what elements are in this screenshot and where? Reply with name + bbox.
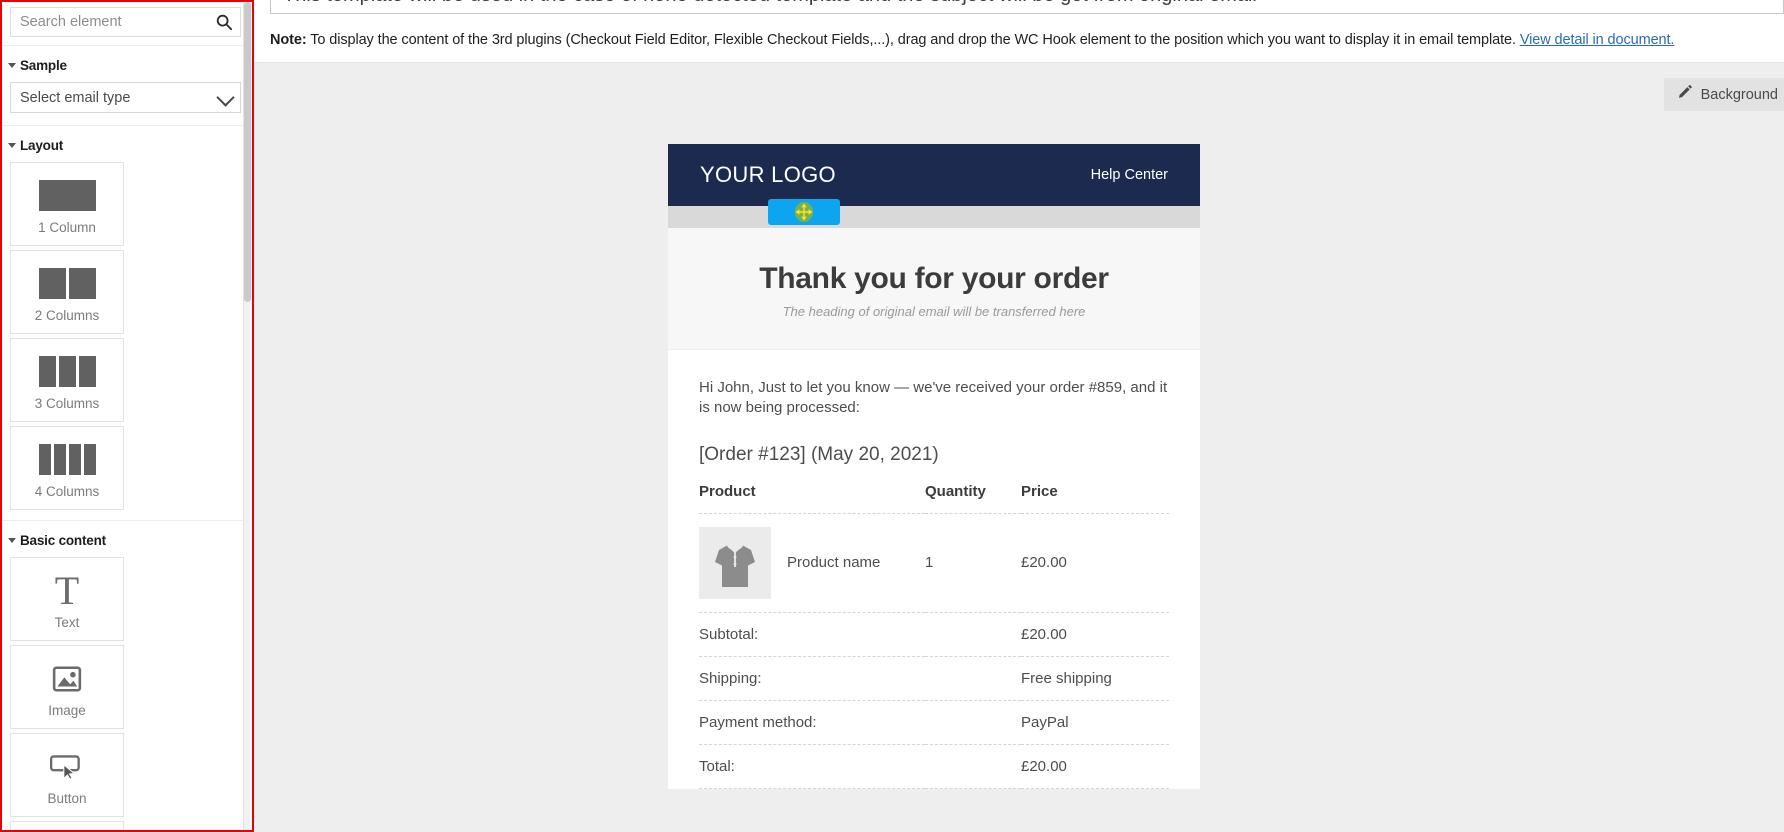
email-type-value: Select email type [20, 89, 131, 106]
search-input[interactable] [10, 7, 241, 37]
search-icon [215, 13, 233, 31]
four-columns-icon [38, 438, 96, 482]
layout-tile-4-columns[interactable]: 4 Columns [10, 426, 124, 510]
background-button[interactable]: Background [1663, 78, 1784, 111]
image-icon [52, 657, 82, 701]
basic-content-tile-grid: T Text Image Button [2, 553, 249, 830]
email-canvas: Background YOUR LOGO Help Center Thank y… [254, 63, 1784, 832]
tile-label: Button [47, 790, 87, 806]
email-header[interactable]: YOUR LOGO Help Center [668, 144, 1200, 206]
drag-handle-badge[interactable] [768, 199, 840, 225]
tile-label: 2 Columns [34, 307, 100, 323]
email-greeting: Hi John, Just to let you know — we've re… [699, 379, 1168, 416]
alert-text: This template will be used in the case o… [283, 0, 1257, 7]
email-strip-row[interactable] [668, 199, 1200, 228]
layout-tile-grid: 1 Column 2 Columns 3 Columns 4 Columns [2, 158, 249, 514]
column-header-price: Price [1021, 482, 1169, 514]
tile-label: 4 Columns [34, 483, 100, 499]
order-items-table: Product Quantity Price Product name 1 £2… [699, 482, 1169, 789]
two-columns-icon [38, 262, 96, 306]
content-tile-button[interactable]: Button [10, 733, 124, 817]
view-detail-link[interactable]: View detail in document. [1520, 32, 1675, 48]
tile-label: 3 Columns [34, 395, 100, 411]
column-header-quantity: Quantity [925, 482, 1021, 514]
totals-label: Total: [699, 744, 1021, 789]
divider [2, 520, 249, 521]
section-title: Basic content [20, 532, 106, 548]
section-title: Sample [20, 57, 67, 73]
totals-label: Shipping: [699, 656, 1021, 701]
caret-down-icon [6, 534, 18, 546]
note-text: To display the content of the 3rd plugin… [306, 32, 1520, 48]
email-order-line: [Order #123] (May 20, 2021) [699, 443, 939, 465]
sidebar-scrollbar-thumb[interactable] [244, 2, 251, 302]
email-hero-title: Thank you for your order [759, 262, 1109, 295]
element-sidebar: Sample Select email type Layout 1 Colum [0, 0, 254, 832]
totals-value: Free shipping [1021, 656, 1169, 701]
tile-label: 1 Column [38, 219, 96, 235]
notice-band: This template will be used in the case o… [254, 0, 1784, 63]
totals-value: PayPal [1021, 700, 1169, 745]
totals-row: Shipping: Free shipping [699, 656, 1169, 701]
layout-tile-1-column[interactable]: 1 Column [10, 162, 124, 246]
email-logo: YOUR LOGO [700, 162, 836, 187]
note-prefix: Note: [270, 32, 307, 48]
cell-product: Product name [699, 513, 925, 613]
search-element-field[interactable] [10, 7, 241, 37]
section-title: Layout [20, 137, 64, 153]
totals-value: £20.00 [1021, 612, 1169, 657]
email-hero[interactable]: Thank you for your order The heading of … [668, 228, 1200, 350]
content-tile-contact[interactable]: Contact [10, 821, 124, 830]
totals-label: Subtotal: [699, 612, 1021, 657]
totals-row: Payment method: PayPal [699, 700, 1169, 745]
template-usage-alert: This template will be used in the case o… [270, 0, 1784, 14]
table-row: Product name 1 £20.00 [699, 513, 1169, 613]
layout-tile-3-columns[interactable]: 3 Columns [10, 338, 124, 422]
email-template-builder: Sample Select email type Layout 1 Colum [0, 0, 1784, 832]
section-header-layout[interactable]: Layout [2, 132, 249, 158]
product-name: Product name [787, 554, 881, 572]
email-type-select[interactable]: Select email type [10, 82, 241, 113]
tile-label: Text [54, 614, 80, 630]
totals-value: £20.00 [1021, 744, 1169, 789]
move-arrows-icon [794, 201, 814, 223]
content-tile-text[interactable]: T Text [10, 557, 124, 641]
one-column-icon [38, 174, 96, 218]
caret-down-icon [6, 59, 18, 71]
hook-note: Note: To display the content of the 3rd … [270, 32, 1674, 48]
background-button-label: Background [1700, 86, 1778, 103]
main-panel: This template will be used in the case o… [254, 0, 1784, 832]
cell-quantity: 1 [925, 513, 1021, 613]
tile-label: Image [48, 702, 86, 718]
three-columns-icon [38, 350, 96, 394]
layout-tile-2-columns[interactable]: 2 Columns [10, 250, 124, 334]
sidebar-scrollbar[interactable] [243, 2, 251, 830]
section-header-basic-content[interactable]: Basic content [2, 527, 249, 553]
email-hero-subtitle: The heading of original email will be tr… [782, 304, 1086, 319]
email-body: Hi John, Just to let you know — we've re… [668, 350, 1200, 789]
section-header-sample[interactable]: Sample [2, 52, 249, 78]
cell-price: £20.00 [1021, 513, 1169, 613]
divider [2, 125, 249, 126]
table-header-row: Product Quantity Price [699, 482, 1169, 514]
pencil-icon [1678, 84, 1693, 104]
button-cursor-icon [49, 745, 85, 789]
divider [2, 45, 249, 46]
caret-down-icon [6, 139, 18, 151]
totals-label: Payment method: [699, 700, 1021, 745]
column-header-product: Product [699, 482, 925, 514]
text-t-icon: T [54, 567, 80, 613]
polo-shirt-icon [699, 526, 771, 599]
totals-row: Subtotal: £20.00 [699, 612, 1169, 657]
totals-row: Total: £20.00 [699, 744, 1169, 789]
email-preview: YOUR LOGO Help Center Thank you for your… [668, 144, 1200, 789]
content-tile-image[interactable]: Image [10, 645, 124, 729]
email-help-center-link[interactable]: Help Center [1091, 167, 1168, 183]
